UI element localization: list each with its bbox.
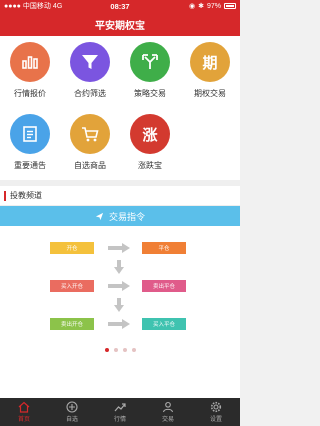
banner-title: 交易指令 xyxy=(108,211,145,222)
grid-circle xyxy=(70,114,110,154)
grid-item-label: 期权交易 xyxy=(194,89,226,98)
box-open: 开仓 xyxy=(50,242,94,254)
education-banner[interactable]: 交易指令 xyxy=(0,206,240,226)
grid-circle xyxy=(70,42,110,82)
grid-item-watchlist[interactable]: 自选商品 xyxy=(60,108,120,180)
carousel-dot[interactable] xyxy=(113,348,118,352)
location-icon: ◉ xyxy=(189,3,196,10)
grid-circle: 涨 xyxy=(130,114,170,154)
arrow-right-icon xyxy=(108,243,130,253)
cart-icon xyxy=(82,127,99,142)
grid-item-label: 策略交易 xyxy=(134,89,166,98)
tab-label: 交易 xyxy=(161,417,174,423)
box-buy-close: 买入平仓 xyxy=(142,318,186,330)
bottom-tab-bar: 首页 自选 行情 交易 设置 xyxy=(0,398,240,426)
signal-icon: ●●●● xyxy=(4,2,21,10)
zhang-character-icon: 涨 xyxy=(142,126,158,144)
gear-icon xyxy=(210,401,222,413)
tab-settings[interactable]: 设置 xyxy=(192,398,240,426)
carrier-label: 中国移动 xyxy=(22,3,51,10)
grid-item-label: 自选商品 xyxy=(74,161,106,170)
section-title: 投教频道 xyxy=(10,191,42,200)
grid-item-label: 合约筛选 xyxy=(74,89,106,98)
plus-circle-icon xyxy=(66,401,78,413)
grid-circle: 期 xyxy=(190,42,230,82)
grid-item-notices[interactable]: 重要通告 xyxy=(0,108,60,180)
arrow-right-icon xyxy=(108,319,130,329)
box-close: 平仓 xyxy=(142,242,186,254)
home-icon xyxy=(18,401,30,413)
grid-item-contract-filter[interactable]: 合约筛选 xyxy=(60,36,120,108)
carousel-dot[interactable] xyxy=(122,348,127,352)
function-grid: 行情报价 合约筛选 策略交易 期 期权交易 重要通告 自选商品 涨 涨跌宝 xyxy=(0,36,240,180)
content-area xyxy=(0,360,240,398)
tab-label: 设置 xyxy=(209,417,222,423)
grid-circle xyxy=(10,42,50,82)
arrow-right-icon xyxy=(108,281,130,291)
document-icon xyxy=(23,126,37,142)
tab-label: 自选 xyxy=(65,417,78,423)
section-header: 投教频道 xyxy=(0,186,240,206)
network-label: 4G xyxy=(52,2,63,10)
grid-item-zhangdiebao[interactable]: 涨 涨跌宝 xyxy=(120,108,180,180)
send-icon xyxy=(95,212,104,220)
grid-item-label: 重要通告 xyxy=(14,161,46,170)
trend-icon xyxy=(114,403,126,412)
bluetooth-icon: ✱ xyxy=(198,3,204,10)
box-buy-open: 买入开仓 xyxy=(50,280,94,292)
grid-item-strategy-trade[interactable]: 策略交易 xyxy=(120,36,180,108)
arrow-down-icon xyxy=(114,298,124,312)
grid-circle xyxy=(10,114,50,154)
grid-item-label: 行情报价 xyxy=(14,89,46,98)
grid-item-option-trade[interactable]: 期 期权交易 xyxy=(180,36,240,108)
grid-item-quotes[interactable]: 行情报价 xyxy=(0,36,60,108)
battery-icon xyxy=(224,3,236,9)
carousel-indicator xyxy=(0,344,240,356)
funnel-icon xyxy=(82,55,98,69)
nav-bar: 平安期权宝 xyxy=(0,12,240,36)
carousel-dot[interactable] xyxy=(104,348,109,352)
page-title: 平安期权宝 xyxy=(95,20,145,32)
grid-item-label: 涨跌宝 xyxy=(138,161,162,170)
bar-chart-icon xyxy=(22,56,38,69)
carousel-dot[interactable] xyxy=(131,348,136,352)
box-sell-close: 卖出平仓 xyxy=(142,280,186,292)
battery-percent: 97% xyxy=(206,2,221,10)
tab-watchlist[interactable]: 自选 xyxy=(48,398,96,426)
arrow-down-icon xyxy=(114,260,124,274)
tab-label: 首页 xyxy=(17,417,30,423)
person-icon xyxy=(162,401,174,413)
grid-circle xyxy=(130,42,170,82)
box-sell-open: 卖出开仓 xyxy=(50,318,94,330)
status-bar: ●●●● 中国移动 4G 08:37 ◉ ✱ 97% xyxy=(0,0,240,12)
tab-home[interactable]: 首页 xyxy=(0,398,48,426)
split-arrow-icon xyxy=(142,54,158,69)
section-accent-bar xyxy=(4,190,6,201)
tab-market[interactable]: 行情 xyxy=(96,398,144,426)
tab-trade[interactable]: 交易 xyxy=(144,398,192,426)
trade-instruction-diagram[interactable]: 开仓 平仓 买入开仓 卖出平仓 卖出开仓 买入平仓 xyxy=(0,226,240,360)
qi-character-icon: 期 xyxy=(202,54,218,72)
tab-label: 行情 xyxy=(113,417,126,423)
